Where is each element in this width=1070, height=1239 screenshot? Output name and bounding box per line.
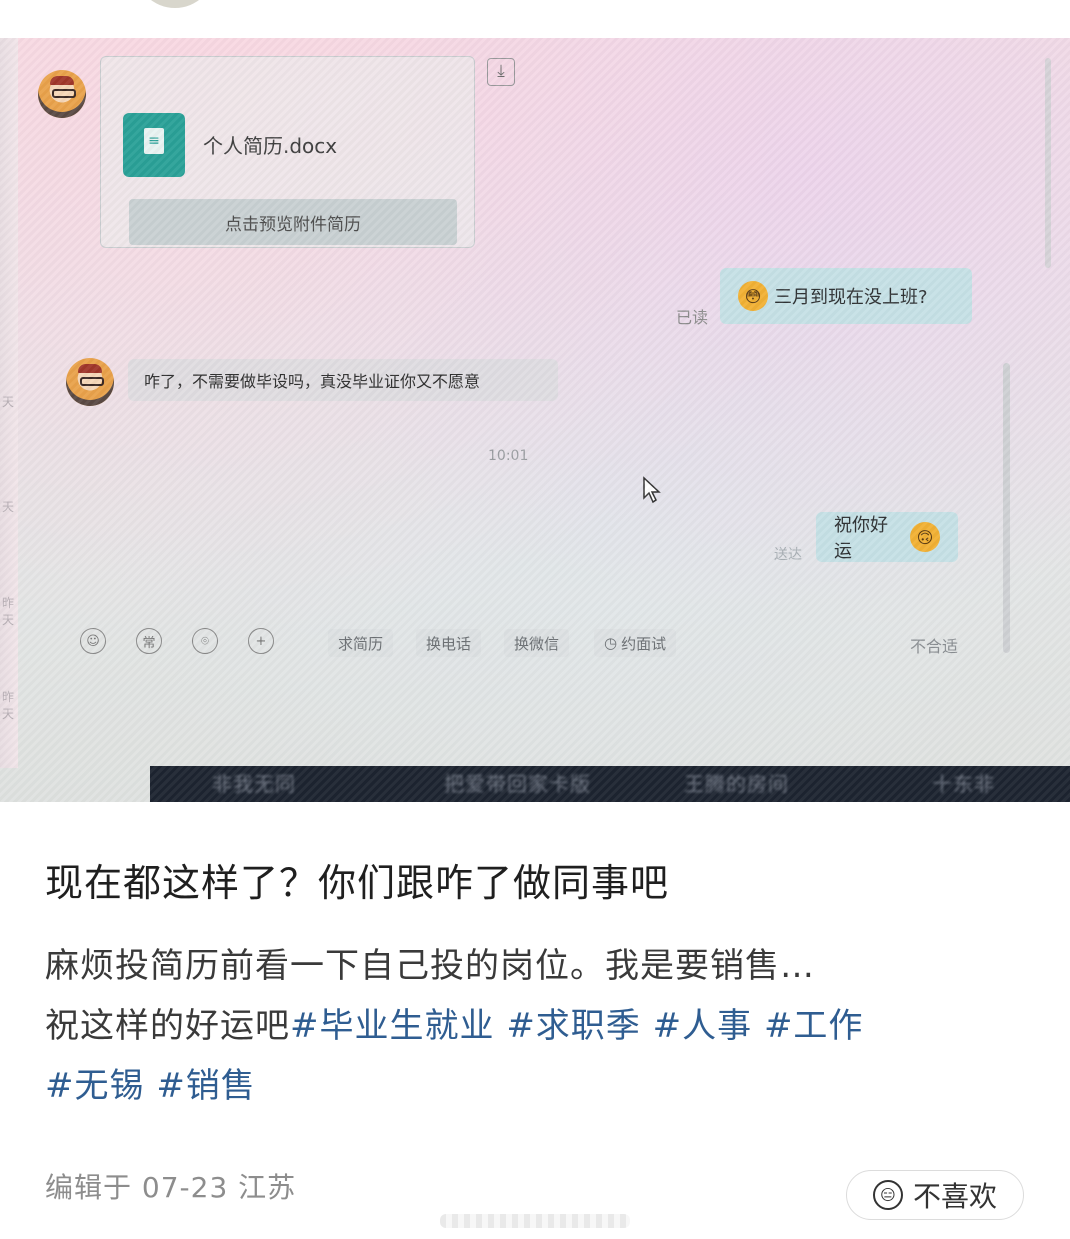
post-image[interactable]: 天 天 昨天 昨天 个人简历.docx 点击预览附件简历 ⤓ 已读 😳 三月到现… — [0, 38, 1070, 802]
read-status: 已读 — [676, 308, 709, 327]
hashtag-link[interactable]: #无锡 — [45, 1066, 145, 1106]
clock-icon: ◷ — [604, 634, 618, 652]
schedule-interview-button[interactable]: ◷ 约面试 — [594, 629, 677, 657]
message-text: 祝你好运 — [834, 515, 888, 562]
schedule-interview-label: 约面试 — [621, 634, 667, 653]
scrollbar[interactable] — [1045, 58, 1051, 268]
hashtag-link[interactable]: #人事 — [653, 1006, 753, 1046]
sidebar-edge: 天 天 昨天 昨天 — [0, 38, 18, 768]
file-name: 个人简历.docx — [203, 134, 338, 158]
avatar[interactable] — [66, 358, 114, 406]
sidebar-fragment: 昨天 — [2, 596, 15, 627]
dislike-button[interactable]: 😑 不喜欢 — [846, 1170, 1024, 1220]
preview-resume-button[interactable]: 点击预览附件简历 — [129, 199, 457, 245]
common-phrases-icon[interactable]: 常 — [136, 628, 162, 654]
taskbar-text: 王腾的房间 — [684, 772, 789, 796]
taskbar-text: 把爱带回家卡版 — [444, 772, 591, 796]
message-bubble-sent: 😳 三月到现在没上班? — [720, 268, 972, 324]
post-body-line: 麻烦投简历前看一下自己投的岗位。我是要销售… — [45, 946, 815, 986]
hashtag-link[interactable]: #毕业生就业 — [290, 1006, 495, 1046]
sidebar-fragment: 昨天 — [2, 690, 15, 721]
message-timestamp: 10:01 — [488, 448, 529, 464]
post-body-line: 祝这样的好运吧#毕业生就业 #求职季 #人事 #工作 — [45, 996, 1035, 1056]
message-bubble-sent: 祝你好运 🙃 — [816, 512, 958, 562]
exchange-wechat-button[interactable]: 换微信 — [504, 629, 570, 657]
location-icon[interactable]: ⌾ — [192, 628, 218, 654]
file-attachment-card[interactable]: 个人简历.docx 点击预览附件简历 — [100, 56, 475, 248]
request-resume-button[interactable]: 求简历 — [328, 629, 394, 657]
chat-scrollbar[interactable] — [1003, 363, 1010, 653]
hashtag-link[interactable]: #销售 — [156, 1066, 256, 1106]
mouse-cursor-icon — [642, 476, 662, 508]
not-suitable-button[interactable]: 不合适 — [910, 633, 958, 657]
flushed-emoji-icon: 😳 — [738, 281, 768, 311]
taskbar: 非我无同 把爱带回家卡版 王腾的房间 十东非 — [150, 766, 1070, 802]
download-icon[interactable]: ⤓ — [487, 58, 515, 86]
blurred-bar — [440, 1214, 630, 1228]
hashtag-link[interactable]: #求职季 — [506, 1006, 641, 1046]
post-body-line: #无锡 #销售 — [45, 1056, 1035, 1116]
sidebar-fragment: 天 — [2, 395, 15, 409]
exchange-phone-button[interactable]: 换电话 — [416, 629, 482, 657]
delivered-status: 送达 — [774, 547, 802, 563]
post-meta: 编辑于 07-23 江苏 — [45, 1171, 297, 1204]
post-title: 现在都这样了？你们跟咋了做同事吧 — [45, 861, 670, 905]
message-bubble-received: 咋了，不需要做毕设吗，真没毕业证你又不愿意 — [128, 359, 558, 401]
emoji-icon[interactable]: ☺ — [80, 628, 106, 654]
taskbar-text: 非我无同 — [212, 772, 296, 796]
chat-toolbar: ☺ 常 ⌾ + 求简历 换电话 换微信 ◷ 约面试 不合适 — [70, 623, 980, 663]
message-text: 三月到现在没上班? — [774, 287, 928, 308]
upside-down-emoji-icon: 🙃 — [910, 522, 940, 552]
hashtag-link[interactable]: #工作 — [764, 1006, 864, 1046]
dislike-label: 不喜欢 — [912, 1180, 997, 1213]
avatar[interactable] — [38, 70, 86, 118]
expressionless-face-icon: 😑 — [872, 1180, 903, 1210]
document-icon — [123, 113, 185, 177]
post-body: 麻烦投简历前看一下自己投的岗位。我是要销售… 祝这样的好运吧#毕业生就业 #求职… — [45, 936, 1035, 1116]
plus-icon[interactable]: + — [248, 628, 274, 654]
post-body-text: 祝这样的好运吧 — [45, 1006, 290, 1046]
user-avatar-fragment[interactable] — [135, 0, 215, 8]
sidebar-fragment: 天 — [2, 500, 15, 514]
taskbar-text: 十东非 — [932, 772, 995, 796]
